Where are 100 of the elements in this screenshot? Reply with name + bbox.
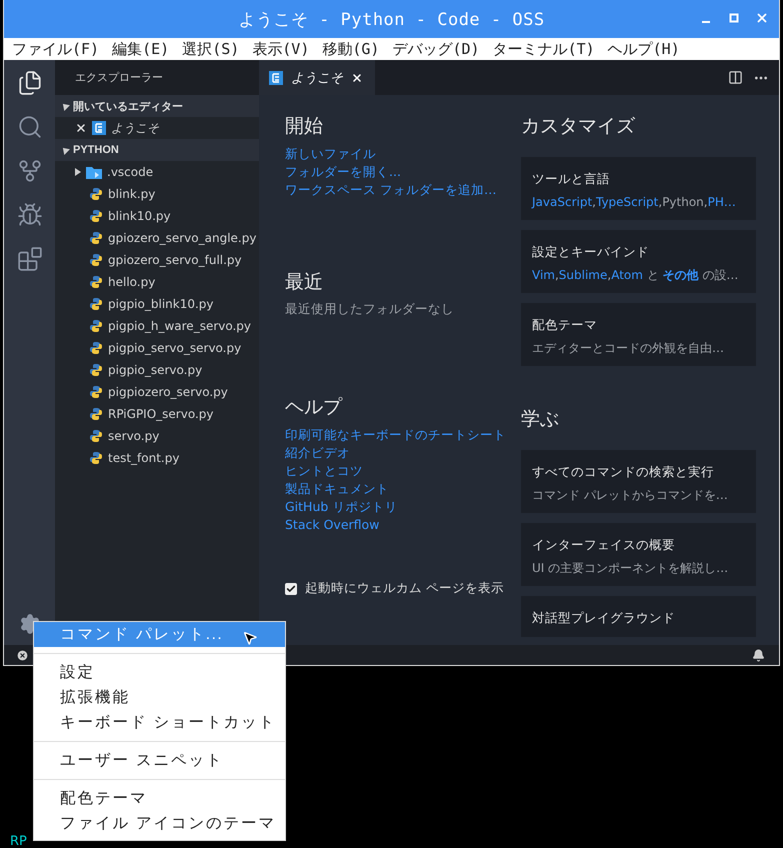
python-file-icon <box>89 319 103 333</box>
link[interactable]: フォルダーを開く... <box>285 163 507 181</box>
file-item[interactable]: pigpio_servo_servo.py <box>108 341 242 355</box>
welcome-card[interactable]: 対話型プレイグラウンド <box>521 596 756 637</box>
checkbox-label: 起動時にウェルカム ページを表示 <box>305 580 504 597</box>
menu-item[interactable]: キーボード ショートカット <box>34 710 285 735</box>
welcome-card[interactable]: ツールと言語 JavaScript,TypeScript,Python,PH… <box>521 157 756 220</box>
welcome-card[interactable]: すべてのコマンドの検索と実行 コマンド パレットからコマンドを… <box>521 450 756 513</box>
python-file-icon <box>89 253 103 267</box>
menu-item[interactable]: ヘルプ(H) <box>608 40 693 58</box>
fork-icon[interactable] <box>16 158 42 184</box>
link[interactable]: Vim <box>532 267 555 283</box>
menu-item[interactable]: ターミナル(T) <box>492 40 608 58</box>
file-item[interactable]: gpiozero_servo_angle.py <box>108 231 256 245</box>
desktop-text: RP <box>10 834 27 848</box>
python-file-icon <box>89 341 103 355</box>
split-editor-icon[interactable] <box>728 70 743 85</box>
document-icon <box>269 70 283 84</box>
section-heading: カスタマイズ <box>521 114 636 139</box>
link[interactable]: ワークスペース フォルダーを追加… <box>285 181 507 199</box>
menu-item[interactable]: 拡張機能 <box>34 685 285 710</box>
python-file-icon <box>89 451 103 465</box>
card-title: すべてのコマンドの検索と実行 <box>532 464 715 481</box>
file-item[interactable]: blink.py <box>108 187 156 201</box>
python-file-icon <box>89 275 103 289</box>
files-icon[interactable] <box>16 70 42 96</box>
card-title: 配色テーマ <box>532 317 598 334</box>
section-header[interactable]: PYTHON <box>55 139 259 161</box>
file-item[interactable]: .vscode <box>107 165 154 179</box>
card-description: コマンド パレットからコマンドを… <box>532 487 729 503</box>
bell-icon[interactable] <box>752 648 765 662</box>
card-description: Vim,Sublime,Atom と その他 の設… <box>532 267 740 283</box>
menu-item[interactable]: ファイル(F) <box>12 40 112 58</box>
file-item[interactable]: pigpiozero_servo.py <box>108 385 228 399</box>
menu-item[interactable]: 設定 <box>34 660 285 685</box>
close-icon[interactable] <box>75 122 87 134</box>
empty-message: 最近使用したフォルダーなし <box>285 301 455 318</box>
link[interactable]: ヒントとコツ <box>285 462 507 480</box>
file-item[interactable]: pigpio_h_ware_servo.py <box>108 319 252 333</box>
window-title: ようこそ - Python - Code - OSS <box>238 8 545 30</box>
welcome-card[interactable]: インターフェイスの概要 UI の主要コンポーネントを解説し… <box>521 523 756 586</box>
link[interactable]: Stack Overflow <box>285 516 507 534</box>
card-title: インターフェイスの概要 <box>532 537 676 554</box>
menu-item[interactable]: デバッグ(D) <box>392 40 493 58</box>
file-item[interactable]: blink10.py <box>108 209 171 223</box>
welcome-card[interactable]: 設定とキーバインド Vim,Sublime,Atom と その他 の設… <box>521 230 756 293</box>
menu-item[interactable]: ユーザー スニペット <box>34 748 285 773</box>
card-title: ツールと言語 <box>532 171 611 188</box>
link[interactable]: 新しいファイル <box>285 145 507 163</box>
section-heading: 学ぶ <box>521 407 560 432</box>
section-header[interactable]: 開いているエディター <box>55 95 259 117</box>
maximize-icon[interactable] <box>729 13 739 23</box>
bug-icon[interactable] <box>16 202 42 228</box>
link[interactable]: 紹介ビデオ <box>285 444 507 462</box>
python-file-icon <box>89 385 103 399</box>
section-heading: 開始 <box>285 114 324 139</box>
card-title: 設定とキーバインド <box>532 244 650 261</box>
file-item[interactable]: pigpio_servo.py <box>108 363 202 377</box>
menu-item[interactable]: 移動(G) <box>322 40 392 58</box>
link[interactable]: PH… <box>708 194 736 210</box>
link[interactable]: 印刷可能なキーボードのチートシート <box>285 426 507 444</box>
link[interactable]: 製品ドキュメント <box>285 480 507 498</box>
mouse-pointer-icon <box>242 630 258 646</box>
menu-item[interactable]: 表示(V) <box>252 40 322 58</box>
link[interactable]: Atom <box>611 267 643 283</box>
card-description: UI の主要コンポーネントを解説し… <box>532 560 730 576</box>
close-icon[interactable] <box>351 72 363 84</box>
error-icon[interactable] <box>16 648 29 662</box>
python-file-icon <box>89 231 103 245</box>
menu-item[interactable]: 選択(S) <box>182 40 252 58</box>
menu-item[interactable]: ファイル アイコンのテーマ <box>34 811 285 836</box>
link[interactable]: TypeScript <box>596 194 658 210</box>
link[interactable]: GitHub リポジトリ <box>285 498 507 516</box>
checkbox[interactable] <box>285 582 297 594</box>
python-file-icon <box>89 407 103 421</box>
file-item[interactable]: RPiGPIO_servo.py <box>108 407 214 421</box>
python-file-icon <box>89 429 103 443</box>
python-file-icon <box>89 363 103 377</box>
link[interactable]: Sublime <box>558 267 608 283</box>
section-heading: 最近 <box>285 270 324 295</box>
open-editor-item[interactable]: ようこそ <box>111 120 159 136</box>
python-file-icon <box>89 187 103 201</box>
card-description: JavaScript,TypeScript,Python,PH… <box>532 194 737 210</box>
python-file-icon <box>89 209 103 223</box>
welcome-card[interactable]: 配色テーマ エディターとコードの外観を自由… <box>521 303 756 366</box>
search-icon[interactable] <box>16 114 42 140</box>
link[interactable]: その他 <box>662 267 699 283</box>
file-item[interactable]: test_font.py <box>108 451 180 465</box>
file-item[interactable]: servo.py <box>108 429 160 443</box>
link[interactable]: JavaScript <box>532 194 592 210</box>
python-file-icon <box>89 297 103 311</box>
file-item[interactable]: pigpio_blink10.py <box>108 297 214 311</box>
menu-item[interactable]: 配色テーマ <box>34 786 285 811</box>
card-description: エディターとコードの外観を自由… <box>532 340 725 356</box>
menu-item[interactable]: 編集(E) <box>112 40 182 58</box>
blocks-icon[interactable] <box>16 246 42 272</box>
folder-icon <box>86 166 102 178</box>
editor-tab[interactable]: ようこそ <box>259 60 375 95</box>
file-item[interactable]: hello.py <box>108 275 156 289</box>
file-item[interactable]: gpiozero_servo_full.py <box>108 253 242 267</box>
